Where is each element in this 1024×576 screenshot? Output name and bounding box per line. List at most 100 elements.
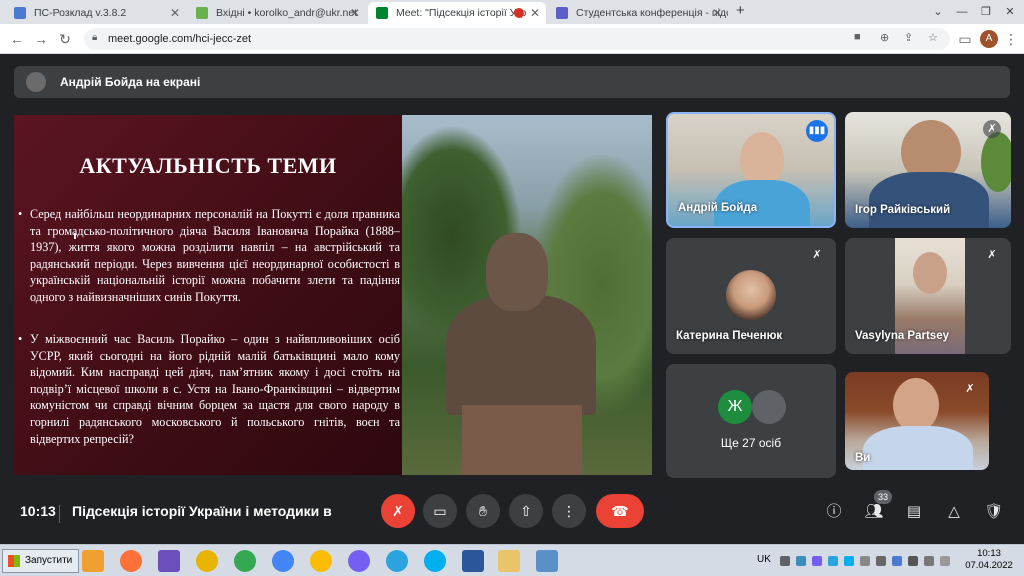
presenter-avatar <box>26 72 46 92</box>
participant-face <box>913 252 947 294</box>
viber-tray-icon[interactable] <box>812 556 822 566</box>
start-label: Запустити <box>25 555 73 566</box>
file-explorer-icon[interactable] <box>498 550 520 572</box>
meet-control-bar: 10:13 Підсекція історії України і методи… <box>0 488 1024 544</box>
battery-icon[interactable] <box>876 556 886 566</box>
meeting-details-icon[interactable]: ⓘ <box>822 500 846 524</box>
chrome-canary-icon[interactable] <box>310 550 332 572</box>
leave-call-button[interactable]: ☎︎ <box>596 494 644 528</box>
browser-tab-strip: ПС-Розклад v.3.8.2 ✕ Вхідні • korolko_an… <box>0 0 1024 24</box>
network-icon[interactable] <box>892 556 902 566</box>
mail-icon <box>196 7 208 19</box>
firefox-icon[interactable] <box>120 550 142 572</box>
bookmark-star-icon[interactable]: ☆ <box>928 31 938 44</box>
keyboard-icon[interactable] <box>940 556 950 566</box>
camera-toggle-button[interactable]: ▭ <box>423 494 457 528</box>
mic-toggle-button[interactable]: ✗ <box>381 494 415 528</box>
participant-tile-kateryna[interactable]: ✗ Катерина Печенюк <box>666 238 836 354</box>
language-indicator[interactable]: UK <box>757 554 771 565</box>
participant-name: Ігор Райківський <box>855 204 951 216</box>
browser-toolbar: ← → ↻ 🔒︎ meet.google.com/hci-jecc-zet ■ … <box>0 24 1024 54</box>
tab-title: ПС-Розклад v.3.8.2 <box>34 7 127 19</box>
word-icon[interactable] <box>462 550 484 572</box>
chat-icon[interactable]: ▤ <box>902 500 926 524</box>
image-viewer-icon[interactable] <box>536 550 558 572</box>
zoom-icon[interactable]: ⊕ <box>880 31 889 44</box>
speaking-indicator-icon: ▮▮▮ <box>806 120 828 142</box>
tab-title: Вхідні • korolko_andr@ukr.net <box>216 7 358 19</box>
bullet-marker: • <box>18 332 23 346</box>
bullet-text: У міжвоєнний час Василь Порайко – один з… <box>30 332 400 446</box>
bust-body <box>446 295 596 415</box>
close-icon[interactable]: ✕ <box>170 2 180 24</box>
mouse-cursor <box>74 233 78 239</box>
camera-permission-icon[interactable]: ■ <box>854 31 861 43</box>
share-icon[interactable]: ⇪ <box>904 31 913 44</box>
tab-title: Студентська конференція - підс <box>576 7 728 19</box>
participant-tile-ihor[interactable]: ✗ Ігор Райківський <box>845 112 1011 228</box>
reload-icon[interactable]: ↻ <box>56 30 74 48</box>
participant-name: Vasylyna Partsey <box>855 330 949 342</box>
close-icon[interactable]: ✕ <box>350 2 360 24</box>
others-tile[interactable]: Ж Ще 27 осіб <box>666 364 836 478</box>
browser-tab-conference[interactable]: Студентська конференція - підс ✕ <box>548 2 728 24</box>
teams-icon <box>556 7 568 19</box>
close-icon[interactable]: ✕ <box>712 2 722 24</box>
volume-icon[interactable] <box>908 556 918 566</box>
media-player-icon[interactable] <box>82 550 104 572</box>
slide-bullet: • У міжвоєнний час Василь Порайко – один… <box>18 331 400 447</box>
participant-name: Катерина Печенюк <box>676 330 783 342</box>
flag-tray-icon[interactable] <box>860 556 870 566</box>
participant-name: Ви <box>855 452 871 464</box>
plant-shape <box>981 132 1011 192</box>
system-clock[interactable]: 10:13 07.04.2022 <box>964 548 1014 572</box>
new-tab-button[interactable]: + <box>736 2 745 19</box>
presenter-text: Андрій Бойда на екрані <box>60 75 201 89</box>
skype-icon[interactable] <box>424 550 446 572</box>
close-icon[interactable]: ✕ <box>530 2 540 24</box>
recording-icon <box>514 8 524 18</box>
activities-icon[interactable]: △ <box>942 500 966 524</box>
slide-bullet: • Серед найбільш неординарних персоналій… <box>18 206 400 306</box>
tray-icon[interactable] <box>780 556 790 566</box>
monument-photo <box>402 115 652 475</box>
participant-tile-vasylyna[interactable]: ✗ Vasylyna Partsey <box>845 238 1011 354</box>
raise-hand-button[interactable]: ✋︎ <box>466 494 500 528</box>
viber-icon[interactable] <box>348 550 370 572</box>
windows-taskbar: Запустити UK 10:13 07.04.2022 <box>0 544 1024 576</box>
chrome-icon[interactable] <box>234 550 256 572</box>
browser-tab-ps-rozklad[interactable]: ПС-Розклад v.3.8.2 ✕ <box>6 2 186 24</box>
participant-tile-andriy[interactable]: ▮▮▮ Андрій Бойда <box>666 112 836 228</box>
telegram-icon[interactable] <box>386 550 408 572</box>
sidebar-icon[interactable]: ▭ <box>956 30 974 48</box>
bullet-marker: • <box>18 207 23 221</box>
start-button[interactable]: Запустити <box>2 549 80 573</box>
host-controls-icon[interactable]: 🛡︎ <box>982 500 1006 524</box>
url-text: meet.google.com/hci-jecc-zet <box>108 33 252 45</box>
participant-avatar <box>726 270 776 320</box>
close-window-icon[interactable]: ✕ <box>996 0 1024 24</box>
app-icon[interactable] <box>196 550 218 572</box>
skype-tray-icon[interactable] <box>844 556 854 566</box>
browser-tab-meet[interactable]: Meet: "Підсекція історії Укр ✕ <box>368 2 546 24</box>
presenter-banner: Андрій Бойда на екрані <box>14 66 1010 98</box>
address-bar[interactable]: 🔒︎ meet.google.com/hci-jecc-zet ■ ⊕ ⇪ ☆ <box>84 28 950 50</box>
windows-logo-icon <box>8 555 20 567</box>
lock-icon[interactable]: 🔒︎ <box>92 32 97 43</box>
chrome-active-icon[interactable] <box>272 550 294 572</box>
mic-off-icon: ✗ <box>987 249 997 261</box>
telegram-tray-icon[interactable] <box>828 556 838 566</box>
menu-icon[interactable]: ⋮ <box>1002 30 1020 48</box>
present-screen-button[interactable]: ⇧ <box>509 494 543 528</box>
forward-icon[interactable]: → <box>32 30 50 48</box>
sync-icon[interactable] <box>924 556 934 566</box>
browser-tab-inbox[interactable]: Вхідні • korolko_andr@ukr.net ✕ <box>188 2 366 24</box>
more-options-button[interactable]: ⋮ <box>552 494 586 528</box>
profile-avatar[interactable]: A <box>980 30 998 48</box>
document-icon <box>14 7 26 19</box>
tray-icon[interactable] <box>796 556 806 566</box>
visual-studio-icon[interactable] <box>158 550 180 572</box>
self-view-tile[interactable]: ✗ Ви <box>845 372 989 470</box>
back-icon[interactable]: ← <box>8 30 26 48</box>
slide-title: АКТУАЛЬНІСТЬ ТЕМИ <box>79 153 337 178</box>
